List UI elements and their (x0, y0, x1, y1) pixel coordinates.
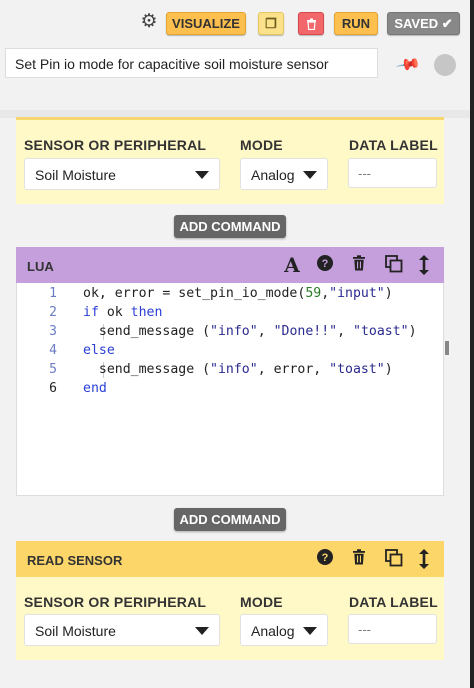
help-icon[interactable]: ? (315, 549, 335, 569)
lua-code-editor[interactable]: 1 2 3 4 5 6 ok, error = set_pin_io_mode(… (16, 283, 449, 496)
copy-icon[interactable]: ❐ (258, 12, 284, 35)
read-sensor-title: READ SENSOR (27, 553, 123, 568)
sensor-select-value: Soil Moisture (35, 623, 116, 639)
data-label-input[interactable]: --- (348, 614, 437, 644)
chevron-down-icon (303, 171, 317, 179)
duplicate-icon[interactable] (384, 549, 404, 569)
sensor-select[interactable]: Soil Moisture (24, 158, 220, 190)
drag-handle-icon[interactable] (414, 255, 434, 275)
line-number: 5 (49, 362, 57, 377)
read-sensor-panel: SENSOR OR PERIPHERAL MODE DATA LABEL Soi… (16, 577, 444, 660)
gear-icon[interactable]: ⚙ (139, 12, 159, 32)
mode-label: MODE (240, 137, 283, 153)
code-line: ok, error = set_pin_io_mode(59,"input") (83, 286, 393, 301)
code-line: end (83, 381, 107, 396)
drag-handle-icon[interactable] (414, 549, 434, 569)
trash-icon[interactable] (349, 255, 369, 275)
sensor-step-panel: SENSOR OR PERIPHERAL MODE DATA LABEL Soi… (16, 117, 444, 204)
mode-select-value: Analog (251, 167, 295, 183)
sequence-title-input[interactable]: Set Pin io mode for capacitive soil mois… (5, 48, 378, 78)
line-number: 2 (49, 305, 57, 320)
lua-step-header: LUA A ? (16, 247, 444, 283)
toolbar: ⚙ VISUALIZE ❐ RUN SAVED ✔ (0, 0, 474, 44)
duplicate-icon[interactable] (384, 255, 404, 275)
line-number: 6 (49, 381, 57, 396)
help-icon[interactable]: ? (315, 255, 335, 275)
saved-button[interactable]: SAVED ✔ (387, 12, 460, 35)
run-button[interactable]: RUN (334, 12, 378, 35)
code-line: send_message ("info", error, "toast") (83, 362, 393, 377)
mode-label: MODE (240, 594, 283, 610)
chevron-down-icon (195, 627, 209, 635)
code-line: send_message ("info", "Done!!", "toast") (83, 324, 417, 339)
line-number: 3 (49, 324, 57, 339)
mode-select[interactable]: Analog (240, 158, 328, 190)
trash-icon[interactable] (298, 12, 324, 35)
sensor-label: SENSOR OR PERIPHERAL (24, 594, 207, 610)
add-command-button[interactable]: ADD COMMAND (174, 215, 286, 238)
lua-step-title: LUA (27, 259, 54, 274)
read-sensor-step-header: READ SENSOR ? (16, 541, 444, 577)
svg-text:?: ? (322, 552, 329, 564)
code-line: if ok then (83, 305, 163, 320)
code-line: else (83, 343, 115, 358)
editor-scrollbar[interactable] (445, 341, 449, 355)
mode-select-value: Analog (251, 623, 295, 639)
pin-icon[interactable]: 📌 (394, 51, 422, 79)
data-label-label: DATA LABEL (349, 594, 438, 610)
add-command-button[interactable]: ADD COMMAND (174, 508, 286, 531)
mode-select[interactable]: Analog (240, 614, 328, 646)
data-label-input[interactable]: --- (348, 158, 437, 188)
svg-text:?: ? (322, 258, 329, 270)
sensor-select[interactable]: Soil Moisture (24, 614, 220, 646)
visualize-button[interactable]: VISUALIZE (166, 12, 246, 35)
sensor-label: SENSOR OR PERIPHERAL (24, 137, 207, 153)
font-size-icon[interactable]: A (282, 255, 302, 275)
line-number: 4 (49, 343, 57, 358)
color-picker-circle[interactable] (434, 54, 456, 76)
window-edge (470, 0, 474, 688)
sensor-select-value: Soil Moisture (35, 167, 116, 183)
line-number-gutter: 1 2 3 4 5 6 (17, 283, 73, 495)
chevron-down-icon (195, 171, 209, 179)
trash-icon[interactable] (349, 549, 369, 569)
line-number: 1 (49, 286, 57, 301)
data-label-label: DATA LABEL (349, 137, 438, 153)
chevron-down-icon (303, 627, 317, 635)
